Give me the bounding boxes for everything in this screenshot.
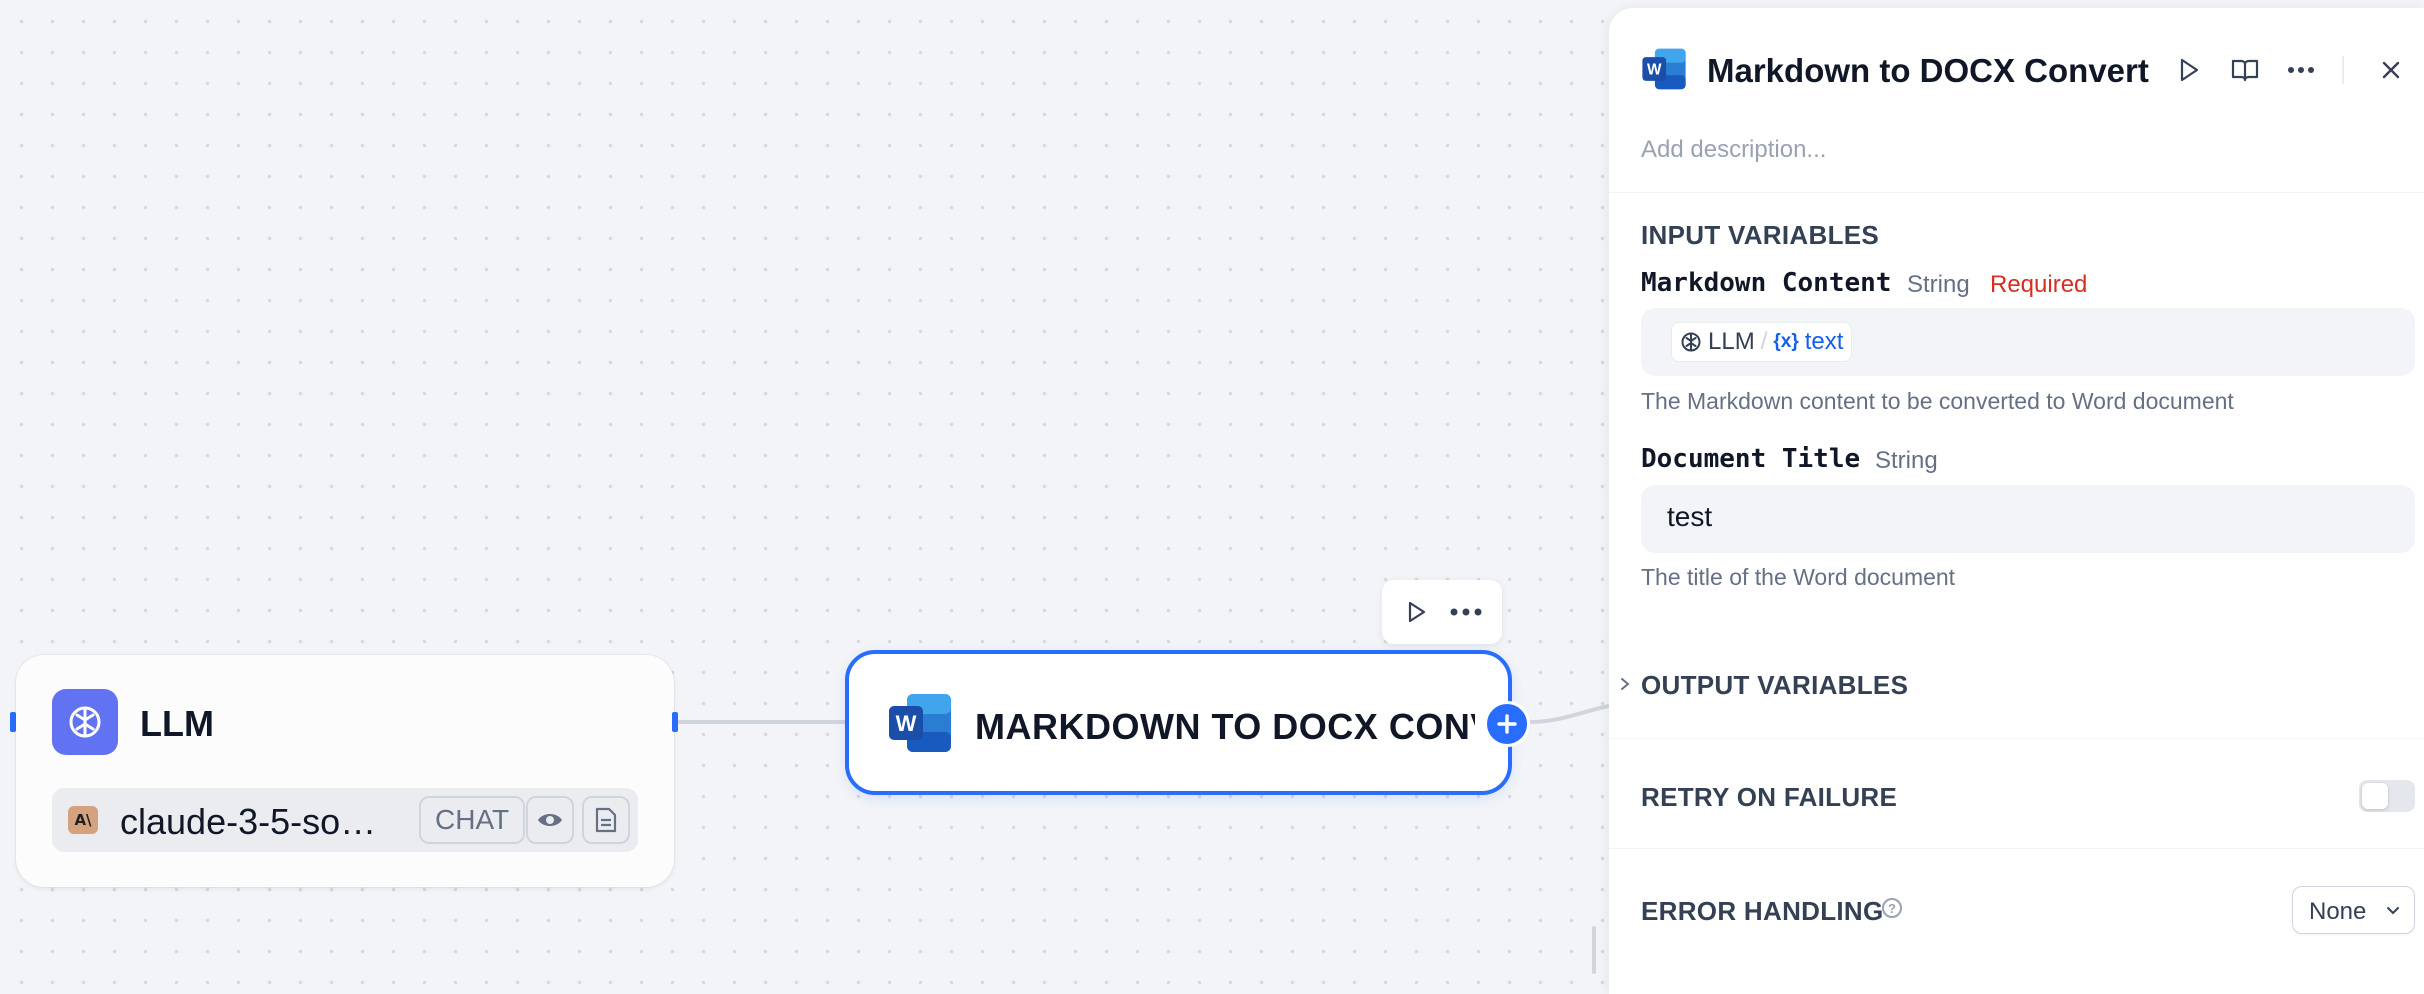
node-toolbar <box>1382 580 1502 644</box>
variable-type: String <box>1875 447 1938 474</box>
chat-mode-badge: CHAT <box>419 796 526 844</box>
variable-name: Markdown Content <box>1641 268 1892 298</box>
retry-on-failure-label: RETRY ON FAILURE <box>1641 782 1898 812</box>
model-name: claude-3-5-sonnet-20240620 <box>120 801 390 842</box>
input-variables-title: INPUT VARIABLES <box>1641 220 1880 250</box>
reference-separator: / <box>1760 328 1768 355</box>
docx-node-title: MARKDOWN TO DOCX CONVERT <box>975 706 1475 747</box>
reference-variable-name: text <box>1804 328 1844 355</box>
error-handling-label: ERROR HANDLING <box>1641 896 1884 926</box>
model-selector[interactable]: A\ claude-3-5-sonnet-20240620 CHAT <box>52 788 638 852</box>
document-icon <box>582 796 630 844</box>
eye-icon <box>526 796 574 844</box>
more-icon[interactable] <box>2283 52 2319 88</box>
node-settings-panel: W Markdown to DOCX Convert Add descripti… <box>1609 8 2424 994</box>
book-icon[interactable] <box>2227 52 2263 88</box>
chevron-down-icon <box>2387 907 2399 915</box>
word-icon: W <box>1641 46 1687 92</box>
error-handling-select[interactable]: None <box>2292 886 2415 934</box>
word-icon: W <box>887 690 953 756</box>
svg-text:W: W <box>1647 62 1662 79</box>
more-icon[interactable] <box>1450 596 1482 628</box>
document-title-value: test <box>1667 501 1713 532</box>
field-helper-text: The Markdown content to be converted to … <box>1641 388 2234 414</box>
panel-title[interactable]: Markdown to DOCX Convert <box>1707 52 2149 90</box>
variable-type: String <box>1907 271 1970 298</box>
variable-reference-pill[interactable]: LLM / {x} text <box>1671 322 1853 362</box>
field-helper-text: The title of the Word document <box>1641 564 1956 590</box>
llm-node-title: LLM <box>140 703 214 744</box>
required-label: Required <box>1990 271 2088 298</box>
retry-toggle[interactable] <box>2359 780 2415 812</box>
variable-name: Document Title <box>1641 444 1861 474</box>
play-icon[interactable] <box>1400 596 1432 628</box>
markdown-to-docx-node[interactable]: W MARKDOWN TO DOCX CONVERT <box>845 650 1512 795</box>
llm-node[interactable]: LLM A\ claude-3-5-sonnet-20240620 CHAT <box>16 655 674 887</box>
output-variables-toggle[interactable]: OUTPUT VARIABLES <box>1641 670 1908 701</box>
divider <box>1609 192 2424 193</box>
variable-symbol-icon: {x} <box>1773 331 1799 352</box>
close-icon[interactable] <box>2373 52 2409 88</box>
divider <box>1609 848 2424 849</box>
description-input[interactable]: Add description... <box>1641 136 1826 164</box>
llm-output-handle[interactable] <box>672 712 678 732</box>
markdown-content-field[interactable]: LLM / {x} text <box>1641 308 2415 376</box>
brain-icon <box>52 689 118 755</box>
toggle-knob <box>2362 783 2388 809</box>
anthropic-logo-icon: A\ <box>68 806 98 834</box>
brain-icon <box>1681 332 1701 352</box>
panel-resize-handle[interactable] <box>1592 926 1598 974</box>
document-title-field[interactable]: test <box>1641 485 2415 553</box>
svg-text:W: W <box>896 711 917 736</box>
help-icon[interactable]: ? <box>1882 898 1902 918</box>
error-handling-value: None <box>2309 898 2367 925</box>
header-divider <box>2342 56 2344 84</box>
reference-node-name: LLM <box>1708 328 1755 355</box>
chevron-right-icon[interactable] <box>1619 676 1631 692</box>
plus-icon[interactable] <box>1484 701 1530 747</box>
play-icon[interactable] <box>2171 52 2207 88</box>
divider <box>1609 738 2424 739</box>
